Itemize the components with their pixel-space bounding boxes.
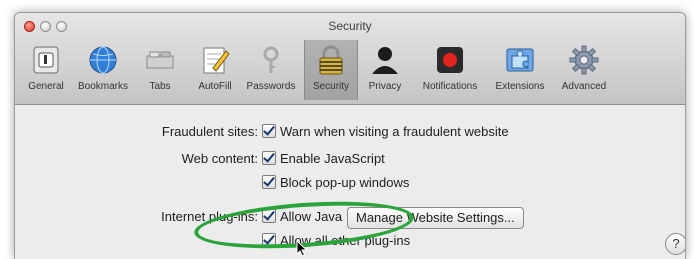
tab-tabs[interactable]: Tabs <box>133 40 187 100</box>
tab-autofill[interactable]: AutoFill <box>188 40 242 100</box>
tab-security[interactable]: Security <box>304 40 358 100</box>
padlock-icon <box>319 45 343 75</box>
puzzle-icon <box>506 48 534 72</box>
tab-general[interactable]: General <box>19 40 73 100</box>
tab-notifications[interactable]: Notifications <box>423 40 477 100</box>
mouse-pointer-icon <box>296 240 308 257</box>
fraudulent-sites-label: Fraudulent sites: <box>161 124 258 139</box>
globe-icon <box>89 46 117 74</box>
person-silhouette-icon <box>372 47 398 74</box>
key-icon <box>263 46 279 73</box>
fraudulent-warning-checkbox[interactable]: Warn when visiting a fraudulent website <box>262 124 509 139</box>
web-content-label: Web content: <box>181 151 258 166</box>
tab-passwords[interactable]: Passwords <box>244 40 298 100</box>
tab-privacy[interactable]: Privacy <box>358 40 412 100</box>
general-switch-icon <box>33 46 59 74</box>
tab-bookmarks[interactable]: Bookmarks <box>76 40 130 100</box>
window-title: Security <box>328 19 372 33</box>
pencil-form-icon <box>203 47 230 74</box>
tabs-icon <box>146 51 174 69</box>
checkbox-checked-icon <box>262 175 276 189</box>
notification-record-icon <box>437 47 463 73</box>
tab-advanced[interactable]: Advanced <box>557 40 611 100</box>
checkbox-checked-icon <box>262 124 276 138</box>
gear-icon <box>569 45 599 75</box>
tab-extensions[interactable]: Extensions <box>493 40 547 100</box>
enable-javascript-checkbox[interactable]: Enable JavaScript <box>262 151 385 166</box>
block-popups-checkbox[interactable]: Block pop-up windows <box>262 175 409 190</box>
help-button[interactable]: ? <box>665 233 685 255</box>
checkbox-checked-icon <box>262 151 276 165</box>
toolbar: Security General Bookmarks Tabs AutoFill… <box>15 13 685 105</box>
